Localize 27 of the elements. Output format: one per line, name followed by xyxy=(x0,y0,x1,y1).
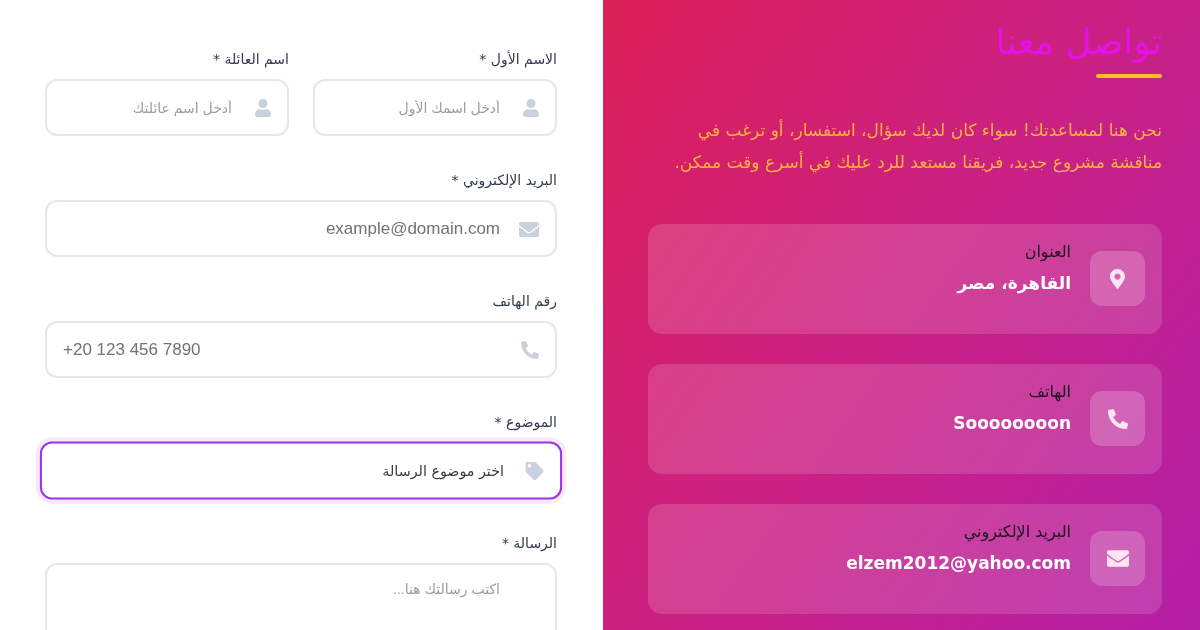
tag-icon xyxy=(525,461,544,480)
field-label: الاسم الأول * xyxy=(478,49,557,69)
subject-select[interactable]: اختر موضوع الرسالة xyxy=(39,441,563,500)
user-icon xyxy=(255,98,271,117)
map-pin-icon xyxy=(1090,251,1145,306)
contact-label: العنوان xyxy=(1023,241,1071,263)
field-label: البريد الإلكتروني * xyxy=(450,171,557,190)
section-title: تواصل معنا xyxy=(995,20,1162,64)
user-icon xyxy=(523,98,539,117)
email-input[interactable]: example@domain.com xyxy=(45,200,557,257)
contact-label: البريد الإلكتروني xyxy=(962,521,1071,543)
contact-label: الهاتف xyxy=(1027,381,1071,403)
phone-icon xyxy=(521,340,539,359)
intro-text: نحن هنا لمساعدتك! سواء كان لديك سؤال، استفسار، أو ترغب في مناقشة مشروع جديد، فريقنا مستعد للرد عليك في أسرع وقت ممكن. xyxy=(673,118,1162,175)
envelope-icon xyxy=(1090,531,1145,586)
field-label: اسم العائلة * xyxy=(211,50,289,69)
envelope-icon xyxy=(519,221,539,237)
field-label: الموضوع * xyxy=(493,413,557,432)
field-label: رقم الهاتف xyxy=(491,292,557,311)
contact-value: elzem2012@yahoo.com xyxy=(846,552,1071,575)
accent-bar xyxy=(1096,74,1162,78)
contact-value: Soooooooon xyxy=(953,412,1071,435)
field-label: الرسالة * xyxy=(500,534,557,553)
contact-value: القاهرة، مصر xyxy=(957,272,1071,295)
phone-input[interactable]: +20 123 456 7890 xyxy=(45,321,557,378)
message-textarea[interactable]: اكتب رسالتك هنا... xyxy=(45,563,557,630)
phone-icon xyxy=(1090,391,1145,446)
